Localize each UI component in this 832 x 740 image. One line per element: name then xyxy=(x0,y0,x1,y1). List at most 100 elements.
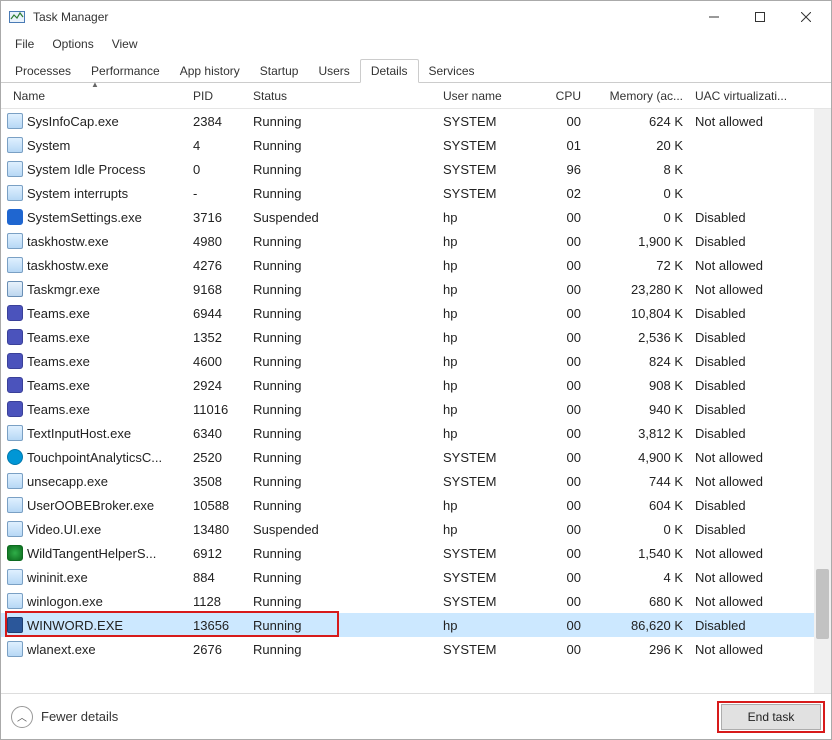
table-row[interactable]: Teams.exe11016Runninghp00940 KDisabled xyxy=(1,397,831,421)
cell-cpu: 02 xyxy=(547,186,587,201)
cell-user: hp xyxy=(437,282,547,297)
cell-name: Taskmgr.exe xyxy=(27,282,187,297)
cell-uac: Disabled xyxy=(689,234,799,249)
menu-view[interactable]: View xyxy=(104,35,146,53)
table-row[interactable]: TextInputHost.exe6340Runninghp003,812 KD… xyxy=(1,421,831,445)
cell-memory: 4,900 K xyxy=(587,450,689,465)
scrollbar-thumb[interactable] xyxy=(816,569,829,639)
cell-memory: 72 K xyxy=(587,258,689,273)
minimize-button[interactable] xyxy=(691,1,737,33)
cell-uac: Disabled xyxy=(689,330,799,345)
table-row[interactable]: unsecapp.exe3508RunningSYSTEM00744 KNot … xyxy=(1,469,831,493)
table-row[interactable]: Video.UI.exe13480Suspendedhp000 KDisable… xyxy=(1,517,831,541)
cell-status: Running xyxy=(247,330,437,345)
process-icon xyxy=(7,641,23,657)
cell-user: SYSTEM xyxy=(437,162,547,177)
header-cpu[interactable]: CPU xyxy=(547,89,587,103)
cell-user: SYSTEM xyxy=(437,450,547,465)
table-row[interactable]: SysInfoCap.exe2384RunningSYSTEM00624 KNo… xyxy=(1,109,831,133)
process-icon xyxy=(7,281,23,297)
cell-status: Running xyxy=(247,354,437,369)
cell-pid: 2384 xyxy=(187,114,247,129)
table-row[interactable]: Teams.exe6944Runninghp0010,804 KDisabled xyxy=(1,301,831,325)
table-row[interactable]: Teams.exe2924Runninghp00908 KDisabled xyxy=(1,373,831,397)
maximize-button[interactable] xyxy=(737,1,783,33)
cell-memory: 1,900 K xyxy=(587,234,689,249)
tab-performance[interactable]: Performance xyxy=(81,60,170,82)
cell-cpu: 00 xyxy=(547,426,587,441)
tab-apphistory[interactable]: App history xyxy=(170,60,250,82)
table-row[interactable]: wininit.exe884RunningSYSTEM004 KNot allo… xyxy=(1,565,831,589)
tab-services[interactable]: Services xyxy=(419,60,485,82)
table-row[interactable]: System Idle Process0RunningSYSTEM968 K xyxy=(1,157,831,181)
table-row[interactable]: Taskmgr.exe9168Runninghp0023,280 KNot al… xyxy=(1,277,831,301)
header-status[interactable]: Status xyxy=(247,89,437,103)
header-uac[interactable]: UAC virtualizati... xyxy=(689,89,799,103)
cell-status: Running xyxy=(247,306,437,321)
cell-cpu: 00 xyxy=(547,330,587,345)
cell-cpu: 01 xyxy=(547,138,587,153)
cell-pid: 2520 xyxy=(187,450,247,465)
process-icon xyxy=(7,521,23,537)
cell-user: SYSTEM xyxy=(437,474,547,489)
tab-processes[interactable]: Processes xyxy=(5,60,81,82)
cell-memory: 86,620 K xyxy=(587,618,689,633)
cell-status: Running xyxy=(247,450,437,465)
menu-options[interactable]: Options xyxy=(44,35,101,53)
header-name[interactable]: Name xyxy=(7,89,187,103)
cell-pid: 1128 xyxy=(187,594,247,609)
process-icon xyxy=(7,353,23,369)
cell-pid: 13480 xyxy=(187,522,247,537)
process-icon xyxy=(7,617,23,633)
table-row[interactable]: winlogon.exe1128RunningSYSTEM00680 KNot … xyxy=(1,589,831,613)
scrollbar-track[interactable] xyxy=(814,109,831,693)
cell-cpu: 00 xyxy=(547,450,587,465)
cell-memory: 940 K xyxy=(587,402,689,417)
cell-user: SYSTEM xyxy=(437,186,547,201)
cell-name: System Idle Process xyxy=(27,162,187,177)
process-icon xyxy=(7,569,23,585)
table-row[interactable]: taskhostw.exe4980Runninghp001,900 KDisab… xyxy=(1,229,831,253)
table-row[interactable]: WildTangentHelperS...6912RunningSYSTEM00… xyxy=(1,541,831,565)
tab-users[interactable]: Users xyxy=(308,60,359,82)
header-memory[interactable]: Memory (ac... xyxy=(587,89,689,103)
table-row[interactable]: WINWORD.EXE13656Runninghp0086,620 KDisab… xyxy=(1,613,831,637)
cell-uac: Disabled xyxy=(689,522,799,537)
header-pid[interactable]: PID xyxy=(187,89,247,103)
fewer-details-button[interactable]: ︿ Fewer details xyxy=(11,706,118,728)
cell-pid: 6912 xyxy=(187,546,247,561)
cell-pid: 11016 xyxy=(187,402,247,417)
cell-name: Teams.exe xyxy=(27,330,187,345)
end-task-button[interactable]: End task xyxy=(721,704,821,730)
cell-cpu: 00 xyxy=(547,282,587,297)
table-row[interactable]: UserOOBEBroker.exe10588Runninghp00604 KD… xyxy=(1,493,831,517)
table-row[interactable]: wlanext.exe2676RunningSYSTEM00296 KNot a… xyxy=(1,637,831,661)
header-user[interactable]: User name xyxy=(437,89,547,103)
process-icon xyxy=(7,161,23,177)
cell-uac: Disabled xyxy=(689,426,799,441)
cell-name: SysInfoCap.exe xyxy=(27,114,187,129)
fewer-details-label: Fewer details xyxy=(41,709,118,724)
menu-file[interactable]: File xyxy=(7,35,42,53)
cell-status: Running xyxy=(247,378,437,393)
table-row[interactable]: System interrupts-RunningSYSTEM020 K xyxy=(1,181,831,205)
table-row[interactable]: Teams.exe1352Runninghp002,536 KDisabled xyxy=(1,325,831,349)
cell-uac: Disabled xyxy=(689,402,799,417)
tab-startup[interactable]: Startup xyxy=(250,60,309,82)
cell-user: SYSTEM xyxy=(437,642,547,657)
cell-memory: 2,536 K xyxy=(587,330,689,345)
sort-indicator-icon: ▲ xyxy=(91,80,99,89)
close-button[interactable] xyxy=(783,1,829,33)
cell-cpu: 00 xyxy=(547,594,587,609)
tab-details[interactable]: Details xyxy=(360,59,419,83)
cell-status: Running xyxy=(247,426,437,441)
cell-name: Teams.exe xyxy=(27,378,187,393)
table-row[interactable]: System4RunningSYSTEM0120 K xyxy=(1,133,831,157)
cell-uac: Not allowed xyxy=(689,642,799,657)
table-row[interactable]: Teams.exe4600Runninghp00824 KDisabled xyxy=(1,349,831,373)
table-row[interactable]: taskhostw.exe4276Runninghp0072 KNot allo… xyxy=(1,253,831,277)
cell-memory: 604 K xyxy=(587,498,689,513)
table-row[interactable]: SystemSettings.exe3716Suspendedhp000 KDi… xyxy=(1,205,831,229)
cell-cpu: 00 xyxy=(547,618,587,633)
table-row[interactable]: TouchpointAnalyticsC...2520RunningSYSTEM… xyxy=(1,445,831,469)
